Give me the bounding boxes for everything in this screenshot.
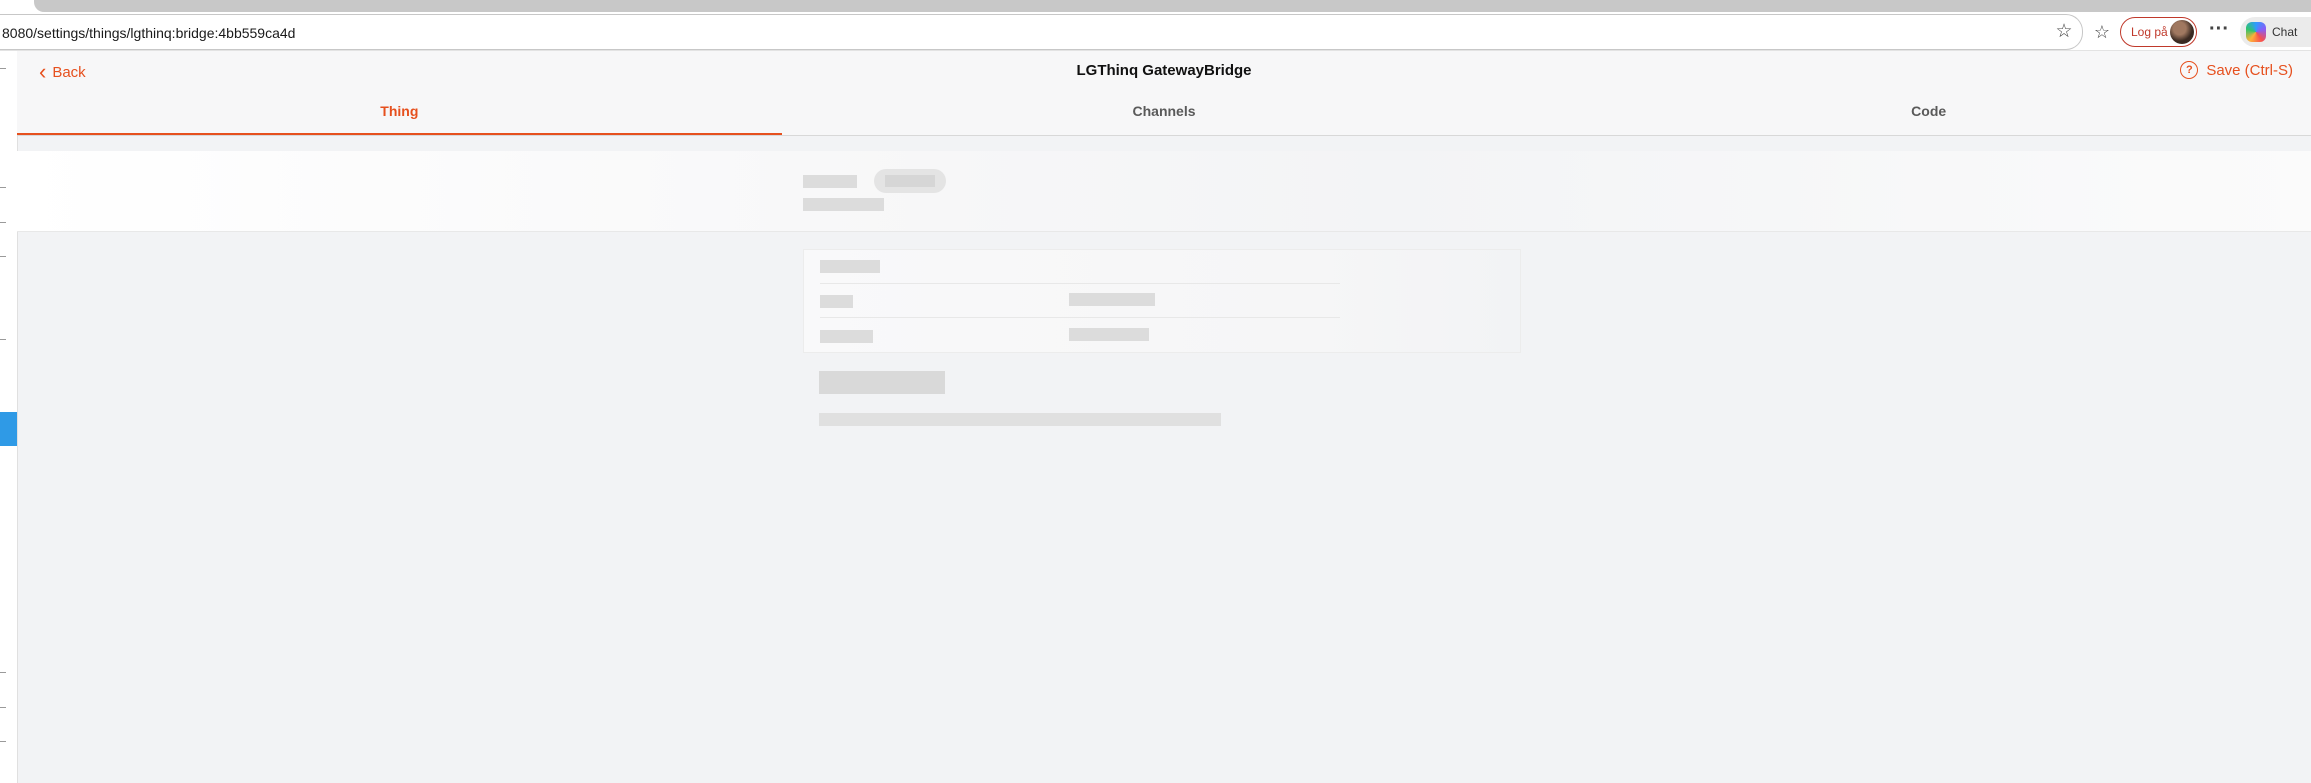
more-icon[interactable]: ··· [2207,18,2231,42]
skeleton-subtitle [803,198,884,211]
copilot-icon [2246,22,2266,42]
divider [820,317,1340,318]
sidebar-item[interactable] [0,741,6,742]
window-scrollbar-strip [0,0,2311,14]
skeleton-description [819,413,1221,426]
tab-thing[interactable]: Thing [17,95,782,135]
skeleton-section-heading [819,371,945,394]
tab-code[interactable]: Code [1546,95,2311,135]
login-button[interactable]: Log på [2120,17,2197,47]
skeleton-title [803,175,857,188]
save-label: Save (Ctrl-S) [2206,61,2293,79]
thing-summary-skeleton [17,151,2311,232]
page-title: LGThinq GatewayBridge [1076,62,1252,79]
favorites-icon[interactable]: ☆ [2090,20,2114,44]
help-icon: ? [2180,61,2199,79]
sidebar-item[interactable] [0,707,6,708]
page-header: ‹ Back LGThinq GatewayBridge ? Save (Ctr… [17,51,2311,136]
tab-bar: Thing Channels Code [17,95,2311,135]
skeleton-status-text [885,175,935,187]
sidebar-item[interactable] [0,68,6,69]
star-icon[interactable]: ☆ [2054,22,2074,42]
sidebar [0,51,18,783]
skeleton-value [1069,328,1149,341]
skeleton-label [820,330,873,343]
url-text[interactable]: 8080/settings/things/lgthinq:bridge:4bb5… [2,25,295,41]
thing-info-skeleton-card [803,249,1521,353]
sidebar-item-active[interactable] [0,412,17,446]
skeleton-label [820,295,853,308]
avatar [2170,20,2194,44]
sidebar-item[interactable] [0,672,6,673]
horizontal-scrollbar[interactable] [34,0,2311,12]
chat-button[interactable]: Chat [2240,17,2311,47]
sidebar-item[interactable] [0,256,6,257]
address-bar[interactable]: 8080/settings/things/lgthinq:bridge:4bb5… [0,14,2083,50]
divider [820,283,1340,284]
browser-toolbar: 8080/settings/things/lgthinq:bridge:4bb5… [0,14,2311,51]
sidebar-item[interactable] [0,187,6,188]
login-label: Log på [2131,25,2168,39]
skeleton-value [1069,293,1155,306]
tab-channels[interactable]: Channels [782,95,1547,135]
chat-label: Chat [2272,25,2298,39]
sidebar-item[interactable] [0,222,6,223]
sidebar-item[interactable] [0,339,6,340]
save-button[interactable]: ? Save (Ctrl-S) [2180,61,2293,79]
skeleton-card-heading [820,260,880,273]
